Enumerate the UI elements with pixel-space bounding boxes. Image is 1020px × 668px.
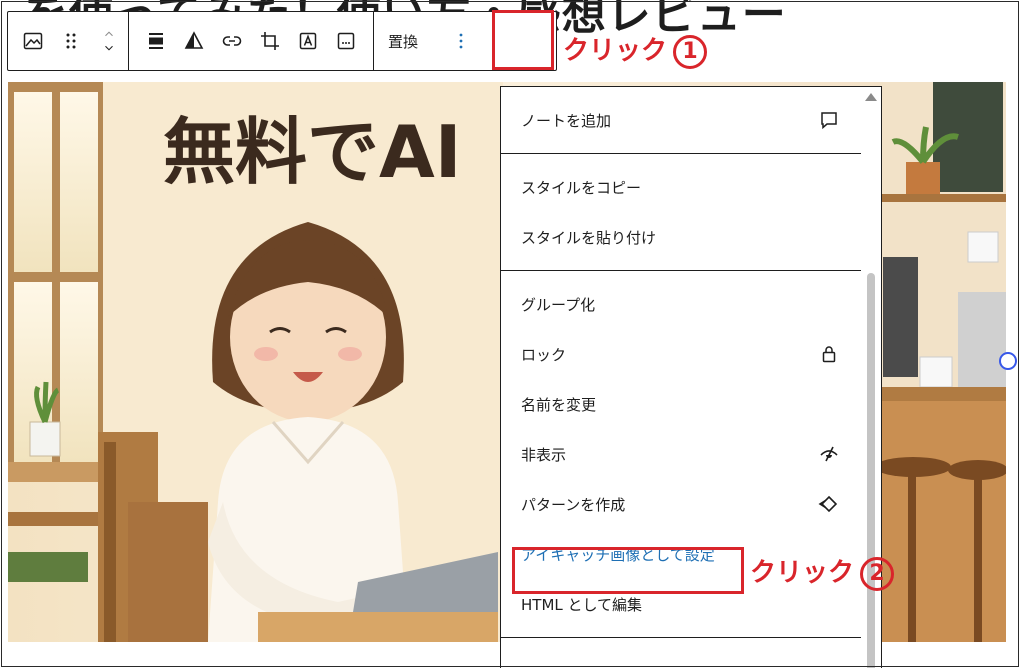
menu-item-label: ノートを追加 [521,111,612,130]
menu-item-label: グループ化 [521,295,596,314]
menu-item-add-note[interactable]: ノートを追加 [501,95,861,145]
menu-item-create-pattern[interactable]: パターンを作成 [501,479,861,529]
menu-item-label: 名前を変更 [521,395,597,414]
options-more-button[interactable] [432,12,490,70]
more-vertical-icon [459,33,463,49]
lock-icon [817,342,841,366]
block-toolbar: 置換 [7,11,557,71]
replace-group: 置換 [374,12,490,70]
menu-group-notes: ノートを追加 [501,87,861,154]
menu-group-styles: スタイルをコピー スタイルを貼り付け [501,154,861,271]
menu-item-label: HTML として編集 [521,595,643,614]
image-block-icon[interactable] [14,12,52,70]
annotation-text-1: クリック [563,36,668,66]
annotation-text-2: クリック [750,558,855,588]
menu-scroll-thumb[interactable] [867,273,875,668]
pattern-symbol-icon [817,492,841,516]
menu-item-label: アイキャッチ画像として設定 [521,545,715,564]
hidden-eye-icon [817,442,841,466]
move-up-down-icon[interactable] [90,12,128,70]
alt-text-icon[interactable] [327,12,365,70]
block-mover-group [8,12,129,70]
menu-item-label: スタイルを貼り付け [521,228,657,247]
annotation-number-1: 1 [673,34,708,69]
menu-item-label: スタイルをコピー [521,178,642,197]
comment-icon [817,108,841,132]
annotation-label-2: クリック 2 [750,552,895,591]
image-resize-handle[interactable] [999,352,1017,370]
annotation-label-1: クリック 1 [563,30,708,69]
image-tools-group [129,12,374,70]
duotone-filter-icon[interactable] [175,12,213,70]
scroll-up-arrow-icon[interactable] [865,93,877,101]
menu-item-paste-styles[interactable]: スタイルを貼り付け [501,212,861,262]
menu-item-label: ロック [521,345,567,364]
crop-icon[interactable] [251,12,289,70]
link-icon[interactable] [213,12,251,70]
illustration-headline: 無料でAI [163,110,462,194]
menu-item-label: 非表示 [521,445,567,464]
text-over-image-icon[interactable] [289,12,327,70]
menu-item-copy-styles[interactable]: スタイルをコピー [501,162,861,212]
replace-button[interactable]: 置換 [374,12,432,70]
menu-item-rename[interactable]: 名前を変更 [501,379,861,429]
drag-handle-icon[interactable] [52,12,90,70]
menu-item-lock[interactable]: ロック [501,329,861,379]
menu-item-hide[interactable]: 非表示 [501,429,861,479]
annotation-number-2: 2 [860,556,895,591]
menu-item-label: パターンを作成 [521,495,626,514]
align-icon[interactable] [137,12,175,70]
menu-item-group[interactable]: グループ化 [501,279,861,329]
